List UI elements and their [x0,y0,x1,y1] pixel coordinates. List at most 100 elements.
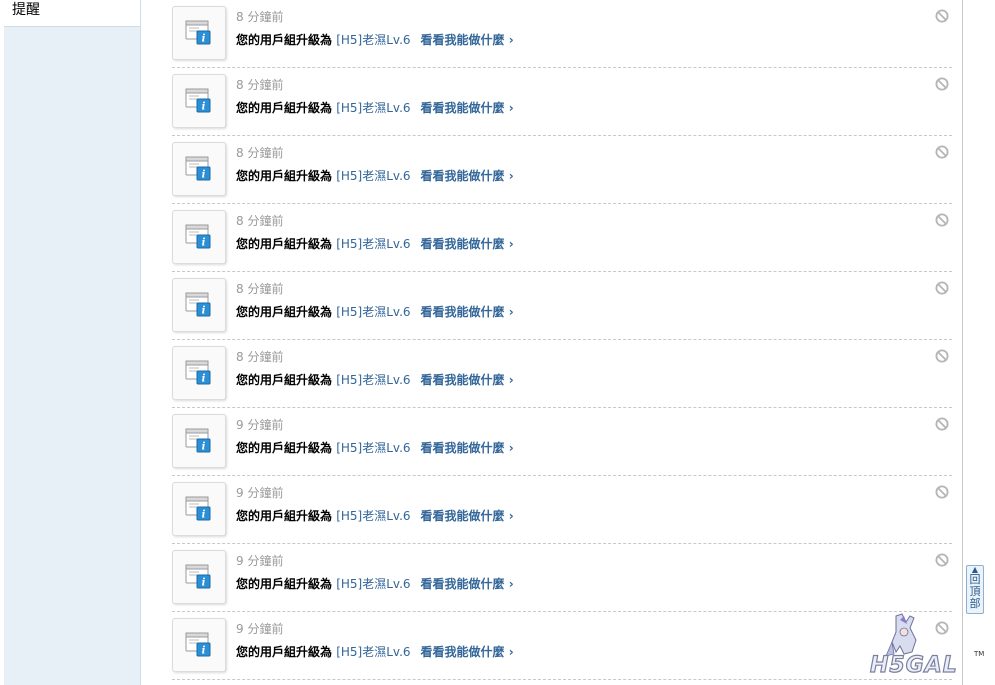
notification-time: 9 分鐘前 [236,554,284,568]
system-notice-avatar[interactable]: i [172,414,226,468]
ignore-icon[interactable] [935,349,949,363]
see-permissions-link[interactable]: 看看我能做什麼 › [421,33,514,47]
see-permissions-link[interactable]: 看看我能做什麼 › [421,305,514,319]
ignore-icon[interactable] [935,213,949,227]
user-group-link[interactable]: [H5]老濕Lv.6 [336,645,410,659]
svg-text:i: i [202,102,206,113]
notification-time: 9 分鐘前 [236,486,284,500]
svg-text:i: i [202,374,206,385]
notification-item: i 9 分鐘前您的用戶組升級為 [H5]老濕Lv.6 看看我能做什麼 › [172,408,952,476]
system-notice-avatar[interactable]: i [172,210,226,264]
notification-time: 8 分鐘前 [236,350,284,364]
system-notice-icon: i [185,224,211,249]
notification-item: i 9 分鐘前您的用戶組升級為 [H5]老濕Lv.6 看看我能做什麼 › [172,476,952,544]
notification-time: 9 分鐘前 [236,418,284,432]
user-group-link[interactable]: [H5]老濕Lv.6 [336,509,410,523]
back-to-top-label: 回頂部 [969,573,981,610]
svg-text:i: i [202,34,206,45]
notification-list: i8 分鐘前 您的用戶組升級為 [H5]老濕Lv.6 看看我能做什麼 › i 8 分鐘前… [172,0,952,680]
user-group-link[interactable]: [H5]老濕Lv.6 [336,373,410,387]
logo-text: H5GAL [870,653,958,678]
notification-text: 您的用戶組升級為 [236,169,337,183]
sidebar-item-label: 提醒 [12,2,40,18]
site-logo: H5GAL TM [869,613,984,679]
notification-time: 9 分鐘前 [236,622,284,636]
notification-item: i 8 分鐘前您的用戶組升級為 [H5]老濕Lv.6 看看我能做什麼 › [172,0,952,68]
system-notice-avatar[interactable]: i [172,550,226,604]
svg-text:i: i [202,306,206,317]
user-group-link[interactable]: [H5]老濕Lv.6 [336,577,410,591]
notification-message: 您的用戶組升級為 [H5]老濕Lv.6 看看我能做什麼 › [236,507,514,524]
svg-text:i: i [202,442,206,453]
user-group-link[interactable]: [H5]老濕Lv.6 [336,101,410,115]
system-notice-avatar[interactable]: i [172,482,226,536]
system-notice-icon: i [185,564,211,589]
system-notice-avatar[interactable]: i [172,278,226,332]
notification-message: 您的用戶組升級為 [H5]老濕Lv.6 看看我能做什麼 › [236,303,514,320]
notification-text: 您的用戶組升級為 [236,509,337,523]
user-group-link[interactable]: [H5]老濕Lv.6 [336,237,410,251]
notification-message: 您的用戶組升級為 [H5]老濕Lv.6 看看我能做什麼 › [236,439,514,456]
notification-item: i 8 分鐘前您的用戶組升級為 [H5]老濕Lv.6 看看我能做什麼 › [172,68,952,136]
notification-text: 您的用戶組升級為 [236,33,337,47]
sidebar: 提醒 [4,0,141,685]
notification-time: 8 分鐘前 [236,282,284,296]
ignore-icon[interactable] [935,77,949,91]
system-notice-avatar[interactable]: i [172,618,226,672]
notification-text: 您的用戶組升級為 [236,101,337,115]
system-notice-avatar[interactable]: i [172,346,226,400]
notification-item: i 9 分鐘前 您的用戶組升級為 [H5]老濕Lv.6 看看我能做什麼 › [172,612,952,680]
logo-tm: TM [973,650,984,658]
svg-text:i: i [202,170,206,181]
see-permissions-link[interactable]: 看看我能做什麼 › [421,577,514,591]
system-notice-icon: i [185,292,211,317]
system-notice-icon: i [185,88,211,113]
notification-message: 您的用戶組升級為 [H5]老濕Lv.6 看看我能做什麼 › [236,575,514,592]
notification-text: 您的用戶組升級為 [236,305,337,319]
system-notice-avatar[interactable]: i [172,6,226,60]
see-permissions-link[interactable]: 看看我能做什麼 › [421,645,514,659]
system-notice-icon: i [185,632,211,657]
mascot-image [885,613,917,657]
system-notice-avatar[interactable]: i [172,74,226,128]
notification-item: i 8 分鐘前您的用戶組升級為 [H5]老濕Lv.6 看看我能做什麼 › [172,136,952,204]
svg-text:i: i [202,510,206,521]
ignore-icon[interactable] [935,553,949,567]
see-permissions-link[interactable]: 看看我能做什麼 › [421,441,514,455]
user-group-link[interactable]: [H5]老濕Lv.6 [336,305,410,319]
notification-text: 您的用戶組升級為 [236,441,337,455]
system-notice-icon: i [185,496,211,521]
notification-time: 8 分鐘前 [236,78,284,92]
notification-text: 您的用戶組升級為 [236,577,337,591]
notification-message: 您的用戶組升級為 [H5]老濕Lv.6 看看我能做什麼 › [236,99,514,116]
page: 提醒 i8 分鐘前 您的用戶組升級為 [H5]老濕Lv.6 看看我能做什麼 › i 8 … [0,0,995,685]
see-permissions-link[interactable]: 看看我能做什麼 › [421,237,514,251]
notification-item: i 8 分鐘前您的用戶組升級為 [H5]老濕Lv.6 看看我能做什麼 › [172,340,952,408]
notification-text: 您的用戶組升級為 [236,373,337,387]
sidebar-item-notifications[interactable]: 提醒 [4,0,140,27]
content-frame-border [962,0,963,685]
user-group-link[interactable]: [H5]老濕Lv.6 [336,441,410,455]
svg-text:i: i [202,238,206,249]
see-permissions-link[interactable]: 看看我能做什麼 › [421,101,514,115]
user-group-link[interactable]: [H5]老濕Lv.6 [336,169,410,183]
notification-message: 您的用戶組升級為 [H5]老濕Lv.6 看看我能做什麼 › [236,643,514,660]
notification-item: i 8 分鐘前 您的用戶組升級為 [H5]老濕Lv.6 看看我能做什麼 › [172,204,952,272]
notification-text: 您的用戶組升級為 [236,237,337,251]
ignore-icon[interactable] [935,9,949,23]
notification-message: 您的用戶組升級為 [H5]老濕Lv.6 看看我能做什麼 › [236,371,514,388]
ignore-icon[interactable] [935,485,949,499]
ignore-icon[interactable] [935,281,949,295]
notification-message: 您的用戶組升級為 [H5]老濕Lv.6 看看我能做什麼 › [236,235,514,252]
ignore-icon[interactable] [935,145,949,159]
see-permissions-link[interactable]: 看看我能做什麼 › [421,169,514,183]
ignore-icon[interactable] [935,417,949,431]
system-notice-avatar[interactable]: i [172,142,226,196]
notification-time: 8 分鐘前 [236,10,284,24]
see-permissions-link[interactable]: 看看我能做什麼 › [421,509,514,523]
notification-time: 8 分鐘前 [236,146,284,160]
see-permissions-link[interactable]: 看看我能做什麼 › [421,373,514,387]
user-group-link[interactable]: [H5]老濕Lv.6 [336,33,410,47]
notification-message: 您的用戶組升級為 [H5]老濕Lv.6 看看我能做什麼 › [236,167,514,184]
back-to-top-button[interactable]: ▲ 回頂部 [966,565,984,614]
